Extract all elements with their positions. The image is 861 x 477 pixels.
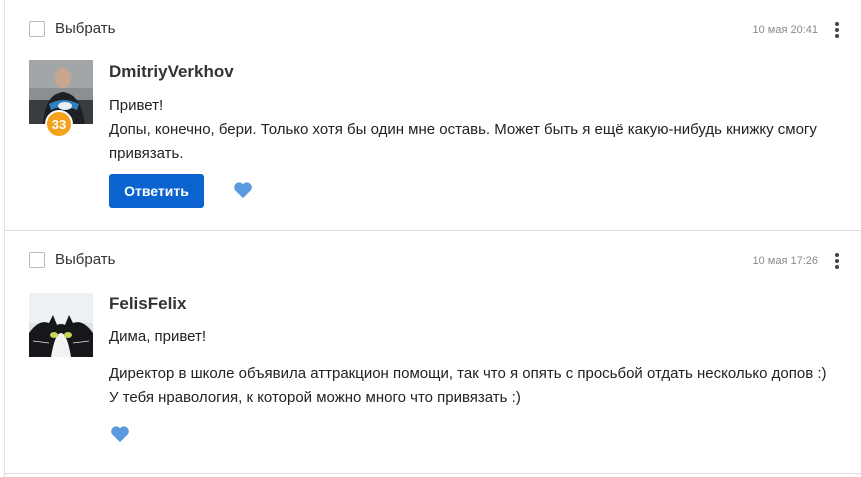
- message-line: Привет!: [109, 97, 164, 114]
- select-label: Выбрать: [55, 251, 116, 268]
- message-line: У тебя нравология, к которой можно много…: [109, 389, 521, 406]
- author-name[interactable]: DmitriyVerkhov: [109, 62, 234, 82]
- avatar[interactable]: 33: [29, 60, 93, 138]
- message-date: 10 мая 20:41: [752, 24, 818, 36]
- select-checkbox[interactable]: [29, 20, 45, 37]
- avatar[interactable]: [29, 293, 93, 357]
- message-list: Выбрать 10 мая 20:41 33 DmitriyVerkhov П…: [4, 0, 861, 477]
- select-checkbox[interactable]: [29, 251, 45, 268]
- message-item: Выбрать 10 мая 17:26 FelisFelix Дима, пр…: [5, 231, 861, 474]
- message-line: Дима, привет!: [109, 328, 207, 345]
- select-control[interactable]: Выбрать: [29, 20, 115, 37]
- message-date: 10 мая 17:26: [752, 255, 818, 267]
- message-text: Привет! Допы, конечно, бери. Только хотя…: [109, 94, 839, 166]
- author-name[interactable]: FelisFelix: [109, 294, 186, 314]
- more-options-icon[interactable]: [834, 22, 840, 38]
- level-badge: 33: [45, 110, 73, 138]
- message-item: Выбрать 10 мая 20:41 33 DmitriyVerkhov П…: [5, 0, 861, 231]
- heart-icon[interactable]: [233, 181, 253, 199]
- reply-button[interactable]: Ответить: [109, 174, 204, 208]
- message-text: Дима, привет! Директор в школе объявила …: [109, 325, 839, 410]
- heart-icon[interactable]: [110, 425, 130, 443]
- avatar-photo: [29, 293, 93, 357]
- message-line: Директор в школе объявила аттракцион пом…: [109, 365, 827, 382]
- more-options-icon[interactable]: [834, 253, 840, 269]
- select-control[interactable]: Выбрать: [29, 251, 115, 268]
- select-label: Выбрать: [55, 20, 116, 37]
- message-line: Допы, конечно, бери. Только хотя бы один…: [109, 121, 817, 162]
